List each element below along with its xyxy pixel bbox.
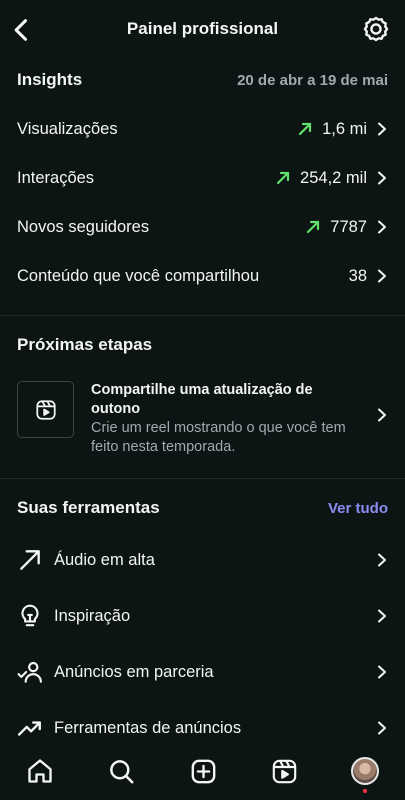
insight-value: 38 bbox=[348, 266, 367, 285]
insight-value: 7787 bbox=[330, 217, 367, 236]
tool-item-ad-tools[interactable]: Ferramentas de anúncios bbox=[0, 706, 405, 750]
tool-label: Anúncios em parceria bbox=[54, 662, 214, 681]
date-range[interactable]: 20 de abr a 19 de mai bbox=[237, 72, 388, 89]
next-steps-title: Próximas etapas bbox=[17, 335, 153, 354]
create-icon bbox=[191, 759, 215, 783]
insight-label: Conteúdo que você compartilhou bbox=[17, 266, 260, 285]
insight-label: Visualizações bbox=[17, 119, 118, 138]
see-all-link[interactable]: Ver tudo bbox=[328, 500, 388, 517]
partner-ads-icon bbox=[17, 661, 42, 683]
insight-row-followers[interactable]: Novos seguidores 7787 bbox=[0, 207, 405, 247]
tab-search[interactable] bbox=[106, 756, 136, 786]
search-icon bbox=[109, 759, 133, 783]
insights-title: Insights bbox=[17, 70, 83, 89]
chart-trend-icon bbox=[17, 721, 41, 736]
card-description: Crie um reel mostrando o que você tem fe… bbox=[91, 420, 346, 455]
chevron-right-icon bbox=[378, 408, 386, 422]
insight-label: Interações bbox=[17, 168, 95, 187]
gear-icon[interactable] bbox=[363, 16, 389, 42]
section-divider bbox=[0, 315, 405, 316]
tools-title: Suas ferramentas bbox=[17, 498, 160, 517]
insight-row-views[interactable]: Visualizações 1,6 mi bbox=[0, 109, 405, 149]
bottom-tab-bar bbox=[0, 746, 405, 800]
chevron-right-icon bbox=[378, 122, 386, 136]
card-thumbnail bbox=[17, 381, 74, 438]
tool-label: Inspiração bbox=[54, 606, 131, 625]
notification-dot bbox=[363, 789, 367, 793]
header: Painel profissional bbox=[0, 0, 405, 60]
chevron-right-icon bbox=[378, 171, 386, 185]
chevron-right-icon bbox=[378, 665, 386, 679]
trend-up-icon bbox=[298, 122, 312, 136]
tools-header: Suas ferramentas Ver tudo bbox=[17, 496, 388, 520]
chevron-right-icon bbox=[378, 609, 386, 623]
insight-row-content[interactable]: Conteúdo que você compartilhou 38 bbox=[0, 256, 405, 296]
insight-value: 254,2 mil bbox=[300, 168, 367, 187]
insight-label: Novos seguidores bbox=[17, 217, 150, 236]
tab-create[interactable] bbox=[188, 756, 218, 786]
tool-item-trending-audio[interactable]: Áudio em alta bbox=[0, 538, 405, 582]
insights-header: Insights 20 de abr a 19 de mai bbox=[17, 68, 388, 92]
page-title: Painel profissional bbox=[126, 19, 279, 38]
chevron-right-icon bbox=[378, 721, 386, 735]
next-step-card[interactable]: Compartilhe uma atualização de outono Cr… bbox=[0, 372, 405, 455]
tool-item-inspiration[interactable]: Inspiração bbox=[0, 594, 405, 638]
chevron-right-icon bbox=[378, 220, 386, 234]
chevron-right-icon bbox=[378, 553, 386, 567]
profile-avatar bbox=[351, 757, 379, 785]
trend-up-icon bbox=[307, 220, 320, 234]
reels-icon bbox=[35, 399, 56, 420]
insight-row-interactions[interactable]: Interações 254,2 mil bbox=[0, 158, 405, 198]
insight-value: 1,6 mi bbox=[322, 119, 367, 138]
tool-label: Ferramentas de anúncios bbox=[54, 718, 242, 737]
section-divider bbox=[0, 478, 405, 479]
tab-reels[interactable] bbox=[269, 756, 299, 786]
tab-home[interactable] bbox=[25, 756, 55, 786]
home-icon bbox=[28, 759, 52, 783]
reels-icon bbox=[272, 759, 296, 783]
card-title: Compartilhe uma atualização de outono bbox=[91, 382, 313, 417]
chevron-right-icon bbox=[378, 269, 386, 283]
tool-item-partner-ads[interactable]: Anúncios em parceria bbox=[0, 650, 405, 694]
lightbulb-icon bbox=[21, 604, 39, 627]
card-text: Compartilhe uma atualização de outono Cr… bbox=[91, 381, 351, 457]
trending-arrow-icon bbox=[20, 550, 40, 570]
tool-label: Áudio em alta bbox=[54, 550, 155, 569]
tab-profile[interactable] bbox=[350, 756, 380, 793]
trend-up-icon bbox=[276, 171, 290, 185]
